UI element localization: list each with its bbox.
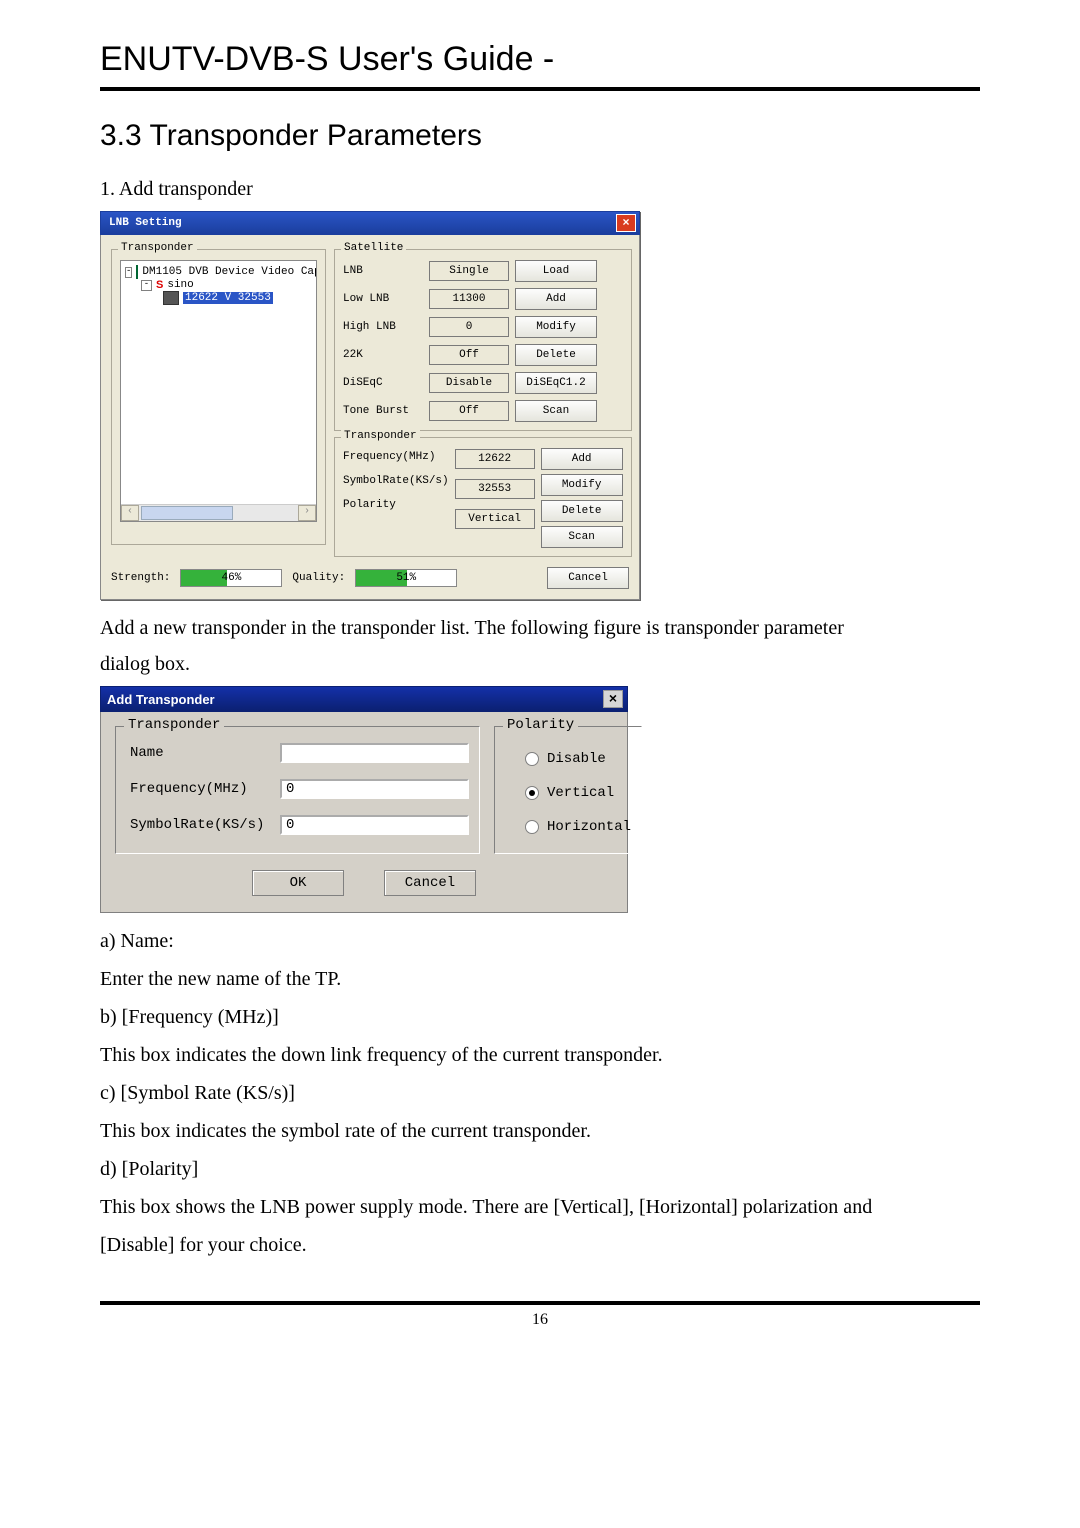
scroll-left-icon[interactable]: ‹ (121, 505, 139, 521)
polarity-disable-option[interactable]: Disable (525, 751, 631, 767)
tp-modify-button[interactable]: Modify (541, 474, 623, 496)
cancel-button[interactable]: Cancel (384, 870, 476, 896)
item-b-text: This box indicates the down link frequen… (100, 1039, 980, 1071)
symbolrate-input[interactable] (280, 815, 469, 835)
frequency-label: Frequency(MHz) (130, 781, 270, 797)
transponder-tree-legend: Transponder (118, 242, 197, 254)
sat-toneburst-value[interactable]: Off (429, 401, 509, 421)
tp-add-button[interactable]: Add (541, 448, 623, 470)
footer-rule (100, 1301, 980, 1305)
add-tp-titlebar: Add Transponder × (100, 686, 628, 712)
radio-icon[interactable] (525, 786, 539, 800)
item-b-label: b) [Frequency (MHz)] (100, 1001, 980, 1033)
sat-22k-label: 22K (343, 349, 423, 361)
section-heading: 3.3 Transponder Parameters (100, 119, 980, 153)
ok-button[interactable]: OK (252, 870, 344, 896)
scroll-thumb[interactable] (141, 506, 233, 520)
transponder-tree[interactable]: - DM1105 DVB Device Video Cap - S sino (120, 260, 317, 522)
doc-title: ENUTV-DVB-S User's Guide - (100, 40, 980, 79)
tp-sr-label: SymbolRate(KS/s) (343, 475, 449, 487)
name-label: Name (130, 745, 270, 761)
delete-button[interactable]: Delete (515, 344, 597, 366)
tree-root[interactable]: - DM1105 DVB Device Video Cap (123, 265, 314, 279)
sat-lnb-value[interactable]: Single (429, 261, 509, 281)
tp-pol-label: Polarity (343, 499, 449, 511)
lnb-titlebar: LNB Setting × (100, 211, 640, 235)
collapse-icon[interactable]: - (141, 280, 152, 291)
tree-transponder[interactable]: 12622 V 32553 (123, 291, 314, 305)
close-icon[interactable]: × (616, 214, 636, 232)
add-tp-title: Add Transponder (107, 692, 215, 707)
tp-pol-value[interactable]: Vertical (455, 509, 535, 529)
quality-label: Quality: (292, 572, 345, 584)
strength-value: 46% (222, 572, 242, 584)
diseqc12-button[interactable]: DiSEqC1.2 (515, 372, 597, 394)
strength-label: Strength: (111, 572, 170, 584)
item-d-text1: This box shows the LNB power supply mode… (100, 1191, 980, 1223)
tree-horizontal-scrollbar[interactable]: ‹ › (121, 504, 316, 521)
tree-satellite[interactable]: - S sino (123, 279, 314, 291)
sat-lowlnb-value[interactable]: 11300 (429, 289, 509, 309)
lnb-title: LNB Setting (109, 217, 182, 229)
radio-icon[interactable] (525, 820, 539, 834)
sat-highlnb-label: High LNB (343, 321, 423, 333)
cancel-button[interactable]: Cancel (547, 567, 629, 589)
step-1-label: 1. Add transponder (100, 173, 980, 205)
item-d-label: d) [Polarity] (100, 1153, 980, 1185)
sat-22k-value[interactable]: Off (429, 345, 509, 365)
item-d-text2: [Disable] for your choice. (100, 1229, 980, 1261)
quality-bar: 51% (355, 569, 457, 587)
polarity-vertical-label: Vertical (547, 785, 614, 801)
add-transponder-dialog: Add Transponder × Transponder Name Frequ… (100, 686, 628, 913)
sat-diseqc-label: DiSEqC (343, 377, 423, 389)
lnb-setting-dialog: LNB Setting × Transponder - DM110 (100, 211, 640, 600)
item-c-text: This box indicates the symbol rate of th… (100, 1115, 980, 1147)
tp-delete-button[interactable]: Delete (541, 500, 623, 522)
item-a-text: Enter the new name of the TP. (100, 963, 980, 995)
tp-freq-value[interactable]: 12622 (455, 449, 535, 469)
sat-lowlnb-label: Low LNB (343, 293, 423, 305)
satellite-icon: S (156, 279, 163, 291)
name-input[interactable] (280, 743, 469, 763)
transponder-icon (163, 291, 179, 305)
sat-toneburst-label: Tone Burst (343, 405, 423, 417)
strength-bar: 46% (180, 569, 282, 587)
radio-icon[interactable] (525, 752, 539, 766)
sat-diseqc-value[interactable]: Disable (429, 373, 509, 393)
polarity-horizontal-label: Horizontal (547, 819, 631, 835)
polarity-disable-label: Disable (547, 751, 606, 767)
item-a-label: a) Name: (100, 925, 980, 957)
quality-value: 51% (396, 572, 416, 584)
after-dlg1-line1: Add a new transponder in the transponder… (100, 612, 980, 644)
close-icon[interactable]: × (603, 690, 623, 708)
after-dlg1-line2: dialog box. (100, 648, 980, 680)
polarity-horizontal-option[interactable]: Horizontal (525, 819, 631, 835)
collapse-icon[interactable]: - (125, 267, 132, 278)
sat-lnb-label: LNB (343, 265, 423, 277)
load-button[interactable]: Load (515, 260, 597, 282)
symbolrate-label: SymbolRate(KS/s) (130, 817, 270, 833)
tp-sr-value[interactable]: 32553 (455, 479, 535, 499)
tp-freq-label: Frequency(MHz) (343, 451, 449, 463)
frequency-input[interactable] (280, 779, 469, 799)
tree-satellite-label: sino (167, 279, 193, 291)
transponder-legend: Transponder (341, 430, 420, 442)
item-c-label: c) [Symbol Rate (KS/s)] (100, 1077, 980, 1109)
page-number: 16 (100, 1311, 980, 1329)
transponder-legend: Transponder (124, 717, 224, 733)
tp-scan-button[interactable]: Scan (541, 526, 623, 548)
sat-highlnb-value[interactable]: 0 (429, 317, 509, 337)
satellite-legend: Satellite (341, 242, 406, 254)
tree-transponder-label: 12622 V 32553 (183, 292, 273, 304)
add-button[interactable]: Add (515, 288, 597, 310)
polarity-vertical-option[interactable]: Vertical (525, 785, 631, 801)
device-icon (136, 265, 138, 279)
tree-root-label: DM1105 DVB Device Video Cap (142, 266, 317, 278)
modify-button[interactable]: Modify (515, 316, 597, 338)
scroll-right-icon[interactable]: › (298, 505, 316, 521)
polarity-legend: Polarity (503, 717, 578, 733)
scan-button[interactable]: Scan (515, 400, 597, 422)
header-rule (100, 87, 980, 91)
